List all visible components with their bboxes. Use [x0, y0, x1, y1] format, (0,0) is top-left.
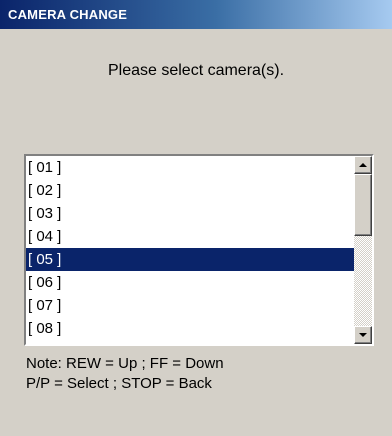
camera-list-item[interactable]: [ 04 ]	[26, 225, 354, 248]
camera-list-item[interactable]: [ 08 ]	[26, 317, 354, 340]
camera-list-item[interactable]: [ 01 ]	[26, 156, 354, 179]
camera-change-dialog: CAMERA CHANGE Please select camera(s). […	[0, 0, 392, 436]
scroll-up-button[interactable]	[354, 156, 372, 174]
vertical-scrollbar[interactable]	[354, 156, 372, 344]
window-title: CAMERA CHANGE	[8, 7, 128, 22]
camera-list: [ 01 ] [ 02 ] [ 03 ] [ 04 ] [ 05 ] [ 06 …	[26, 156, 354, 344]
camera-list-item[interactable]: [ 02 ]	[26, 179, 354, 202]
scroll-down-button[interactable]	[354, 326, 372, 344]
camera-list-item[interactable]: [ 06 ]	[26, 271, 354, 294]
key-help-note: Note: REW = Up ; FF = Down P/P = Select …	[26, 354, 224, 394]
arrow-down-icon	[359, 333, 367, 337]
note-line-2: P/P = Select ; STOP = Back	[26, 375, 212, 392]
arrow-up-icon	[359, 163, 367, 167]
camera-list-item[interactable]: [ 03 ]	[26, 202, 354, 225]
camera-list-item-selected[interactable]: [ 05 ]	[26, 248, 354, 271]
prompt-text: Please select camera(s).	[107, 62, 285, 79]
camera-list-item[interactable]: [ 07 ]	[26, 294, 354, 317]
scroll-thumb[interactable]	[354, 174, 372, 236]
note-line-1: Note: REW = Up ; FF = Down	[26, 355, 224, 372]
camera-listbox[interactable]: [ 01 ] [ 02 ] [ 03 ] [ 04 ] [ 05 ] [ 06 …	[24, 154, 374, 346]
title-bar: CAMERA CHANGE	[0, 0, 392, 29]
